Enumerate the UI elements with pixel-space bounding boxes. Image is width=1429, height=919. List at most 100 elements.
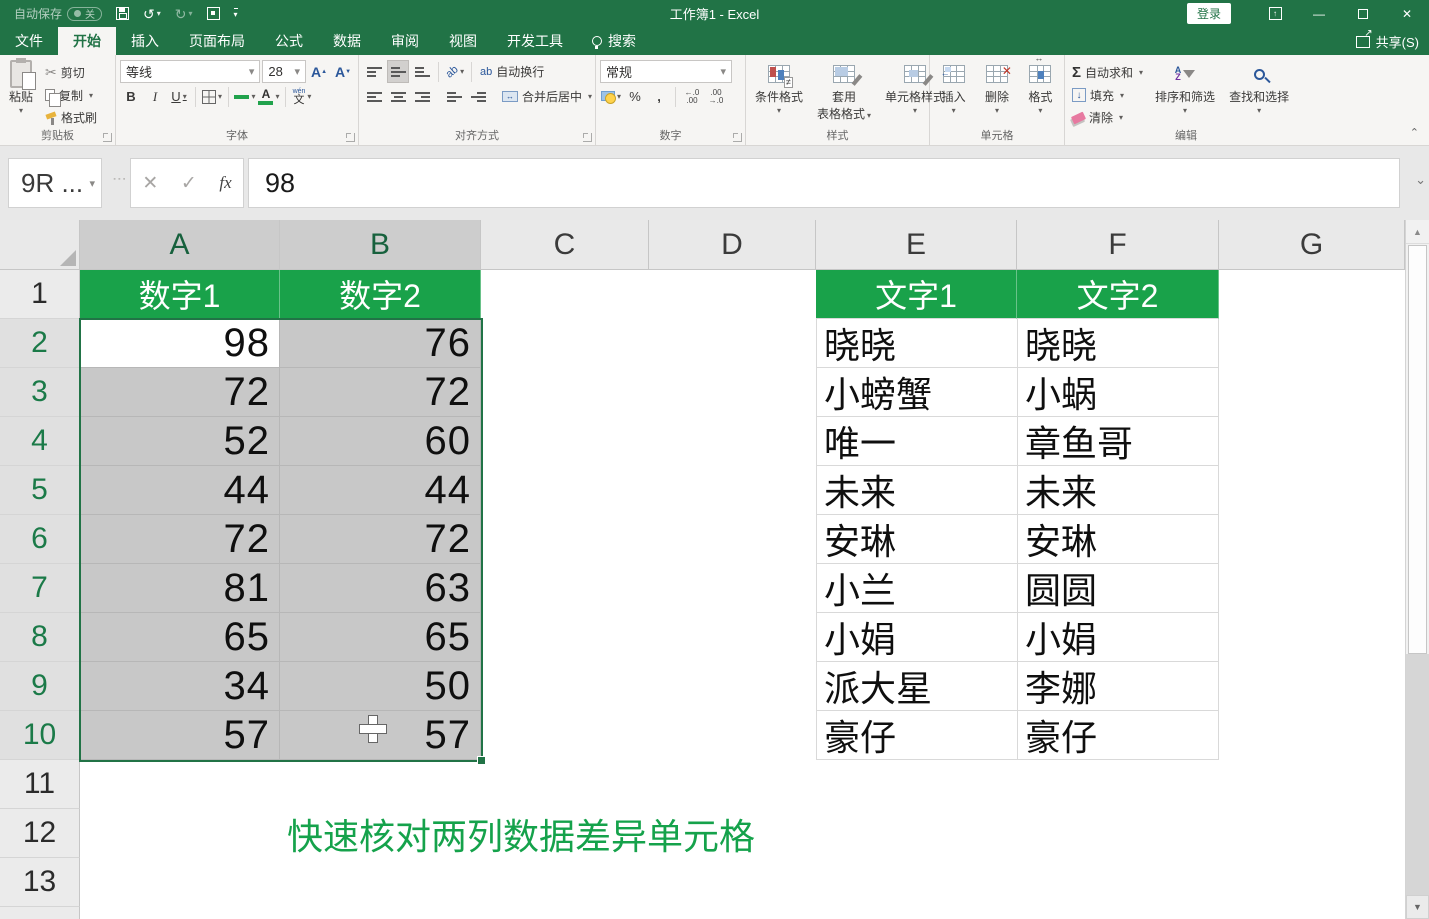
cell-F7[interactable]: 圆圆 bbox=[1017, 564, 1219, 613]
cell-F13[interactable] bbox=[1017, 858, 1219, 907]
ribbon-display-options-button[interactable]: ↑ bbox=[1253, 0, 1297, 27]
cell-E8[interactable]: 小娟 bbox=[816, 613, 1017, 662]
bold-button[interactable]: B bbox=[120, 85, 142, 108]
tell-me-search[interactable]: 搜索 bbox=[578, 27, 650, 55]
redo-button[interactable]: ↻▾ bbox=[175, 7, 193, 21]
clipboard-dialog-launcher[interactable] bbox=[103, 133, 112, 142]
tab-审阅[interactable]: 审阅 bbox=[376, 27, 434, 55]
tab-开始[interactable]: 开始 bbox=[58, 27, 116, 55]
cell-D13[interactable] bbox=[649, 858, 816, 907]
row-header-13[interactable]: 13 bbox=[0, 858, 80, 907]
cell-G1[interactable] bbox=[1219, 270, 1405, 319]
cell-C2[interactable] bbox=[481, 319, 649, 368]
cell-C11[interactable] bbox=[481, 760, 649, 809]
cell-D14[interactable] bbox=[649, 907, 816, 919]
collapse-ribbon-button[interactable]: ⌃ bbox=[1410, 126, 1419, 139]
row-header-14[interactable] bbox=[0, 907, 80, 919]
cell-E12[interactable] bbox=[816, 809, 1017, 858]
pinyin-button[interactable]: wén文 bbox=[291, 85, 313, 108]
borders-button[interactable] bbox=[201, 85, 223, 108]
cell-F14[interactable] bbox=[1017, 907, 1219, 919]
scrollbar-thumb[interactable] bbox=[1408, 245, 1427, 654]
cell-D9[interactable] bbox=[649, 662, 816, 711]
cell-D1[interactable] bbox=[649, 270, 816, 319]
scroll-down-button[interactable]: ▼ bbox=[1406, 895, 1429, 919]
cell-A7[interactable]: 81 bbox=[80, 564, 280, 613]
cell-B3[interactable]: 72 bbox=[280, 368, 481, 417]
cell-A11[interactable] bbox=[80, 760, 280, 809]
cell-A1[interactable]: 数字1 bbox=[80, 270, 280, 319]
row-header-9[interactable]: 9 bbox=[0, 662, 80, 711]
increase-font-button[interactable]: A bbox=[308, 60, 330, 83]
cell-D3[interactable] bbox=[649, 368, 816, 417]
clear-button[interactable]: 清除 bbox=[1069, 107, 1146, 128]
cell-F6[interactable]: 安琳 bbox=[1017, 515, 1219, 564]
column-header-D[interactable]: D bbox=[649, 220, 816, 270]
comma-button[interactable]: , bbox=[648, 85, 670, 108]
insert-cells-button[interactable]: 插入 bbox=[937, 60, 971, 128]
cell-A9[interactable]: 34 bbox=[80, 662, 280, 711]
cell-C4[interactable] bbox=[481, 417, 649, 466]
cell-G14[interactable] bbox=[1219, 907, 1405, 919]
cell-D11[interactable] bbox=[649, 760, 816, 809]
select-all-button[interactable] bbox=[0, 220, 80, 270]
cell-E2[interactable]: 晓晓 bbox=[816, 319, 1017, 368]
format-as-table-button[interactable]: 套用 表格格式 bbox=[812, 60, 876, 128]
row-header-11[interactable]: 11 bbox=[0, 760, 80, 809]
cancel-button[interactable]: ✕ bbox=[142, 172, 158, 195]
font-name-combo[interactable]: 等线▾ bbox=[120, 60, 260, 83]
copy-button[interactable]: 复制 bbox=[42, 85, 100, 106]
fill-color-button[interactable] bbox=[234, 85, 256, 108]
cell-G2[interactable] bbox=[1219, 319, 1405, 368]
cell-F12[interactable] bbox=[1017, 809, 1219, 858]
decrease-decimal-button[interactable]: .00→.0 bbox=[705, 85, 727, 108]
cell-E5[interactable]: 未来 bbox=[816, 466, 1017, 515]
name-box-dropdown[interactable]: ▾ bbox=[89, 177, 95, 190]
tab-开发工具[interactable]: 开发工具 bbox=[492, 27, 578, 55]
tab-插入[interactable]: 插入 bbox=[116, 27, 174, 55]
format-painter-button[interactable]: 格式刷 bbox=[42, 107, 100, 128]
percent-button[interactable]: % bbox=[624, 85, 646, 108]
expand-formula-bar-button[interactable]: ⌄ bbox=[1415, 172, 1426, 188]
cell-F11[interactable] bbox=[1017, 760, 1219, 809]
row-header-3[interactable]: 3 bbox=[0, 368, 80, 417]
cell-G4[interactable] bbox=[1219, 417, 1405, 466]
merge-center-button[interactable]: ↔合并后居中 bbox=[499, 86, 595, 108]
cell-D2[interactable] bbox=[649, 319, 816, 368]
number-dialog-launcher[interactable] bbox=[733, 133, 742, 142]
cell-E10[interactable]: 豪仔 bbox=[816, 711, 1017, 760]
cell-F4[interactable]: 章鱼哥 bbox=[1017, 417, 1219, 466]
align-top-button[interactable] bbox=[363, 60, 385, 83]
cell-G12[interactable] bbox=[1219, 809, 1405, 858]
cell-B5[interactable]: 44 bbox=[280, 466, 481, 515]
autosave-toggle[interactable]: 自动保存 关 bbox=[14, 5, 102, 22]
cell-B1[interactable]: 数字2 bbox=[280, 270, 481, 319]
cell-D7[interactable] bbox=[649, 564, 816, 613]
cell-C3[interactable] bbox=[481, 368, 649, 417]
align-left-button[interactable] bbox=[363, 85, 385, 108]
cell-F9[interactable]: 李娜 bbox=[1017, 662, 1219, 711]
align-bottom-button[interactable] bbox=[411, 60, 433, 83]
cell-G3[interactable] bbox=[1219, 368, 1405, 417]
cell-F2[interactable]: 晓晓 bbox=[1017, 319, 1219, 368]
cell-F8[interactable]: 小娟 bbox=[1017, 613, 1219, 662]
cell-E9[interactable]: 派大星 bbox=[816, 662, 1017, 711]
close-button[interactable]: ✕ bbox=[1385, 0, 1429, 27]
formula-input[interactable]: 98 bbox=[248, 158, 1400, 208]
fill-button[interactable]: ↓填充 bbox=[1069, 85, 1146, 106]
column-header-B[interactable]: B bbox=[280, 220, 481, 270]
row-header-5[interactable]: 5 bbox=[0, 466, 80, 515]
cell-C6[interactable] bbox=[481, 515, 649, 564]
wrap-text-button[interactable]: ab自动换行 bbox=[477, 61, 547, 83]
cell-A13[interactable] bbox=[80, 858, 280, 907]
increase-decimal-button[interactable]: ←.0.00 bbox=[681, 85, 703, 108]
fill-handle[interactable] bbox=[477, 756, 486, 765]
delete-cells-button[interactable]: 删除 bbox=[980, 60, 1014, 128]
cell-C5[interactable] bbox=[481, 466, 649, 515]
cell-G11[interactable] bbox=[1219, 760, 1405, 809]
font-color-button[interactable]: A bbox=[258, 85, 280, 108]
cell-G6[interactable] bbox=[1219, 515, 1405, 564]
tab-视图[interactable]: 视图 bbox=[434, 27, 492, 55]
cell-G13[interactable] bbox=[1219, 858, 1405, 907]
cell-C13[interactable] bbox=[481, 858, 649, 907]
